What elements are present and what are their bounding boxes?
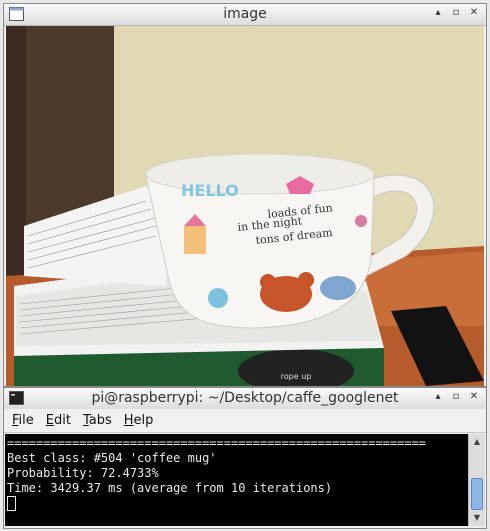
mousepad-text: rope up <box>281 372 312 381</box>
scroll-up-icon[interactable]: ▲ <box>471 436 483 448</box>
terminal-scrollbar[interactable]: ▲ ▼ <box>468 434 485 526</box>
close-icon[interactable]: ✕ <box>468 390 480 404</box>
terminal-titlebar[interactable]: pi@raspberrypi: ~/Desktop/caffe_googlene… <box>4 388 486 410</box>
mug-hello-text: HELLO <box>181 181 239 200</box>
terminal-output[interactable]: ========================================… <box>5 434 470 526</box>
terminal-line: Best class: #504 'coffee mug' <box>7 451 217 465</box>
terminal-menubar: File Edit Tabs Help <box>4 409 486 433</box>
image-window-titlebar[interactable]: image ▴ ▫ ✕ <box>4 4 486 26</box>
scroll-down-icon[interactable]: ▼ <box>471 512 483 524</box>
camera-photo: rope up HELLO loads of fun in the night … <box>6 26 484 386</box>
terminal-cursor <box>7 496 16 511</box>
menu-tabs[interactable]: Tabs <box>83 413 112 428</box>
scrollbar-thumb[interactable] <box>471 478 483 510</box>
terminal-line: ========================================… <box>7 436 427 450</box>
menu-help[interactable]: Help <box>124 413 154 428</box>
image-window-title: image <box>223 6 267 22</box>
close-icon[interactable]: ✕ <box>468 6 480 20</box>
terminal-line: Time: 3429.37 ms (average from 10 iterat… <box>7 481 333 495</box>
menu-edit[interactable]: Edit <box>46 413 71 428</box>
image-window: image ▴ ▫ ✕ rope up HELLO loads of fun i… <box>3 3 487 387</box>
terminal-title: pi@raspberrypi: ~/Desktop/caffe_googlene… <box>91 390 399 406</box>
terminal-line: Probability: 72.4733% <box>7 466 159 480</box>
terminal-window: pi@raspberrypi: ~/Desktop/caffe_googlene… <box>3 387 487 529</box>
menu-file[interactable]: File <box>12 413 34 428</box>
minimize-icon[interactable]: ▴ <box>432 390 444 404</box>
maximize-icon[interactable]: ▫ <box>450 390 462 404</box>
minimize-icon[interactable]: ▴ <box>432 6 444 20</box>
maximize-icon[interactable]: ▫ <box>450 6 462 20</box>
